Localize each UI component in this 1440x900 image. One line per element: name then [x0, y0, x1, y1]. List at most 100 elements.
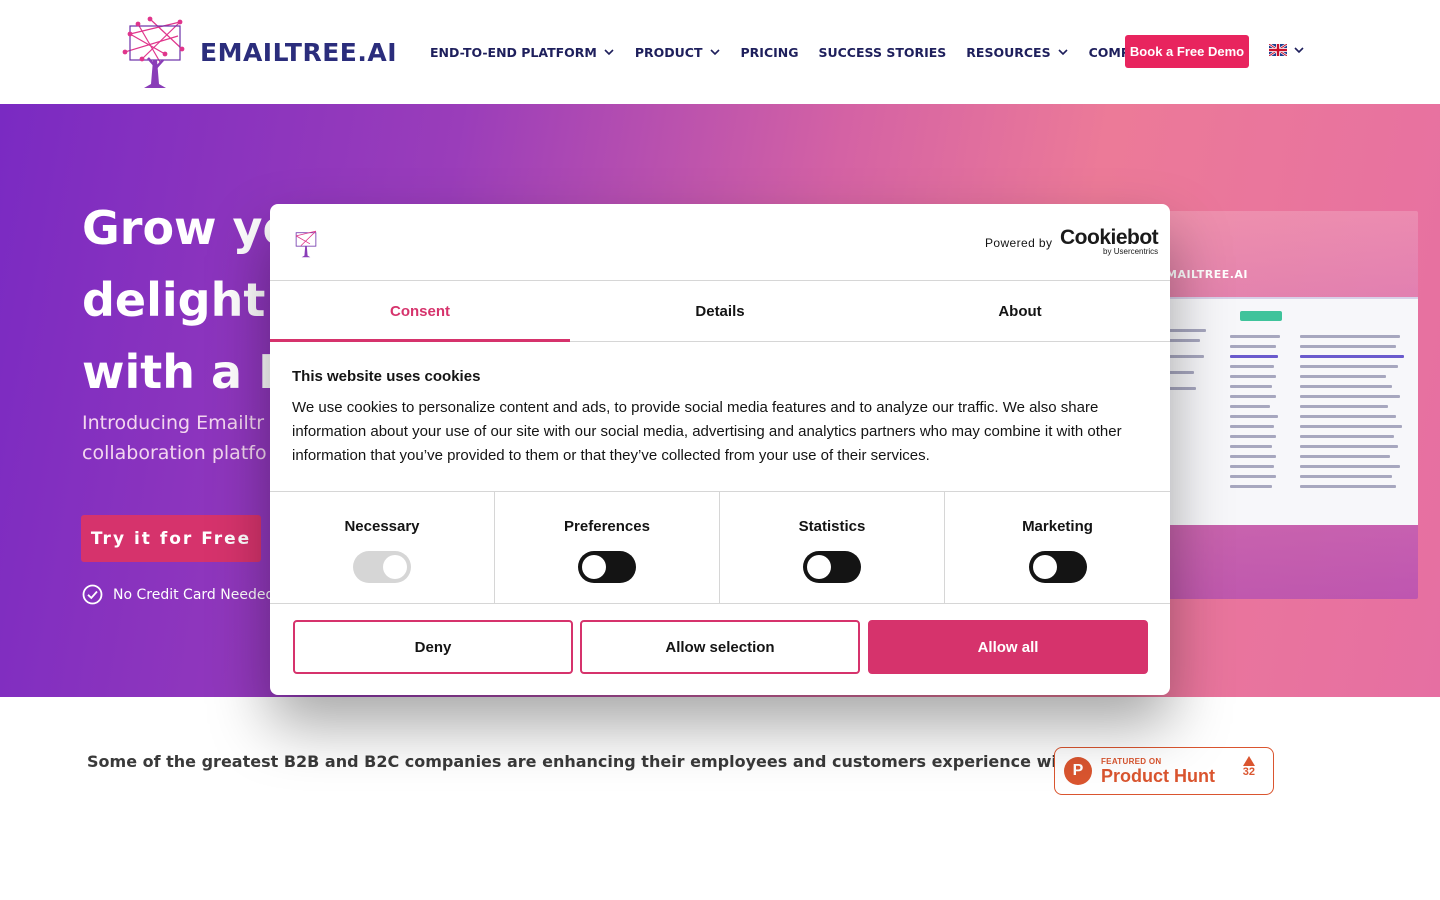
main-nav: END-TO-END PLATFORM PRODUCT PRICING SUCC…	[430, 0, 1196, 104]
mockup-line	[1230, 445, 1272, 448]
nav-resources[interactable]: RESOURCES	[966, 45, 1068, 60]
mockup-logo: MAILTREE.AI	[1166, 268, 1249, 281]
emailtree-logo[interactable]: EMAILTREE.AI	[120, 14, 410, 90]
cookie-categories: Necessary Preferences Statistics Marketi…	[270, 491, 1170, 604]
site-logo-icon	[295, 230, 317, 258]
mockup-line	[1300, 335, 1400, 338]
dialog-actions: Deny Allow selection Allow all	[270, 605, 1170, 695]
mockup-line	[1230, 365, 1274, 368]
statistics-toggle[interactable]	[803, 551, 861, 583]
mockup-line	[1300, 365, 1398, 368]
mockup-line	[1230, 355, 1278, 358]
mockup-line	[1230, 455, 1276, 458]
category-label: Marketing	[1022, 518, 1093, 535]
dialog-header: Powered by Cookiebot by Usercentrics	[270, 204, 1170, 281]
nav-pricing[interactable]: PRICING	[741, 45, 799, 60]
chevron-down-icon	[1294, 47, 1304, 54]
check-circle-icon	[82, 584, 103, 605]
mockup-line	[1300, 385, 1392, 388]
category-label: Preferences	[564, 518, 650, 535]
toggle-knob	[807, 555, 831, 579]
nav-label: SUCCESS STORIES	[818, 44, 947, 60]
mockup-line	[1300, 485, 1396, 488]
mockup-line	[1300, 355, 1404, 358]
toggle-knob	[383, 555, 407, 579]
mockup-line	[1230, 335, 1280, 338]
site-header: EMAILTREE.AI END-TO-END PLATFORM PRODUCT…	[0, 0, 1440, 104]
mockup-line	[1300, 435, 1394, 438]
mockup-line	[1166, 329, 1206, 332]
tab-consent[interactable]: Consent	[270, 282, 570, 342]
mockup-line	[1166, 387, 1196, 390]
toggle-knob	[1032, 555, 1057, 579]
mockup-line	[1230, 405, 1270, 408]
nav-label: RESOURCES	[966, 44, 1051, 60]
mockup-line	[1230, 475, 1276, 478]
mockup-line	[1230, 375, 1276, 378]
chevron-down-icon	[1058, 49, 1068, 56]
mockup-line	[1230, 415, 1278, 418]
product-hunt-icon: P	[1064, 757, 1092, 785]
mockup-line	[1230, 385, 1272, 388]
cookiebot-logo[interactable]: Cookiebot by Usercentrics	[1060, 226, 1159, 256]
mockup-line	[1300, 405, 1388, 408]
nav-label: PRODUCT	[634, 44, 703, 60]
mockup-line	[1300, 375, 1386, 378]
product-hunt-badge[interactable]: P FEATURED ON Product Hunt 32	[1054, 747, 1274, 795]
mockup-line	[1230, 425, 1274, 428]
product-hunt-featured: FEATURED ON	[1101, 756, 1162, 766]
mockup-line	[1300, 395, 1400, 398]
nav-end-to-end-platform[interactable]: END-TO-END PLATFORM	[430, 45, 615, 60]
mockup-button	[1240, 311, 1282, 321]
product-hunt-votes: 32	[1243, 756, 1255, 778]
uk-flag-icon	[1269, 44, 1287, 56]
customers-tagline: Some of the greatest B2B and B2C compani…	[87, 752, 1100, 771]
logo-text: EMAILTREE.AI	[200, 37, 398, 67]
mockup-line	[1300, 475, 1392, 478]
preferences-toggle[interactable]	[578, 551, 636, 583]
tab-details[interactable]: Details	[570, 282, 870, 341]
product-hunt-name: Product Hunt	[1101, 765, 1215, 786]
category-preferences: Preferences	[495, 492, 720, 603]
allow-selection-button[interactable]: Allow selection	[580, 620, 860, 674]
upvote-triangle-icon	[1242, 756, 1255, 766]
allow-all-button[interactable]: Allow all	[868, 620, 1148, 674]
nav-product[interactable]: PRODUCT	[635, 45, 721, 60]
nav-label: PRICING	[740, 44, 799, 60]
mockup-line	[1230, 485, 1272, 488]
chevron-down-icon	[709, 49, 720, 56]
toggle-knob	[582, 555, 606, 579]
mockup-line	[1230, 395, 1276, 398]
category-statistics: Statistics	[720, 492, 945, 603]
category-necessary: Necessary	[270, 492, 495, 603]
tree-logo-icon	[122, 16, 185, 88]
category-label: Statistics	[798, 518, 866, 535]
dialog-title: This website uses cookies	[292, 368, 481, 385]
mockup-line	[1300, 455, 1390, 458]
deny-button[interactable]: Deny	[293, 620, 573, 674]
vote-count: 32	[1242, 766, 1255, 778]
mockup-line	[1166, 339, 1200, 342]
no-credit-card-text: No Credit Card Needed	[113, 586, 275, 603]
mockup-line	[1300, 465, 1400, 468]
language-selector[interactable]	[1269, 44, 1305, 56]
mockup-line	[1166, 355, 1204, 358]
mockup-line	[1230, 345, 1276, 348]
mockup-line	[1230, 465, 1274, 468]
mockup-line	[1300, 415, 1396, 418]
chevron-down-icon	[604, 49, 614, 56]
dialog-tabs: Consent Details About	[270, 282, 1170, 342]
book-demo-button[interactable]: Book a Free Demo	[1125, 35, 1249, 68]
nav-success-stories[interactable]: SUCCESS STORIES	[818, 45, 946, 60]
cookie-consent-dialog: Powered by Cookiebot by Usercentrics Con…	[270, 204, 1170, 695]
product-hunt-text: FEATURED ON Product Hunt	[1101, 757, 1215, 786]
powered-by-label: Powered by	[985, 236, 1053, 250]
category-marketing: Marketing	[945, 492, 1170, 603]
marketing-toggle[interactable]	[1028, 551, 1087, 583]
mockup-line	[1300, 345, 1396, 348]
nav-label: END-TO-END PLATFORM	[430, 44, 597, 60]
try-free-button[interactable]: Try it for Free	[81, 515, 261, 562]
mockup-line	[1166, 371, 1194, 374]
tab-about[interactable]: About	[870, 282, 1170, 341]
mockup-line	[1300, 445, 1398, 448]
